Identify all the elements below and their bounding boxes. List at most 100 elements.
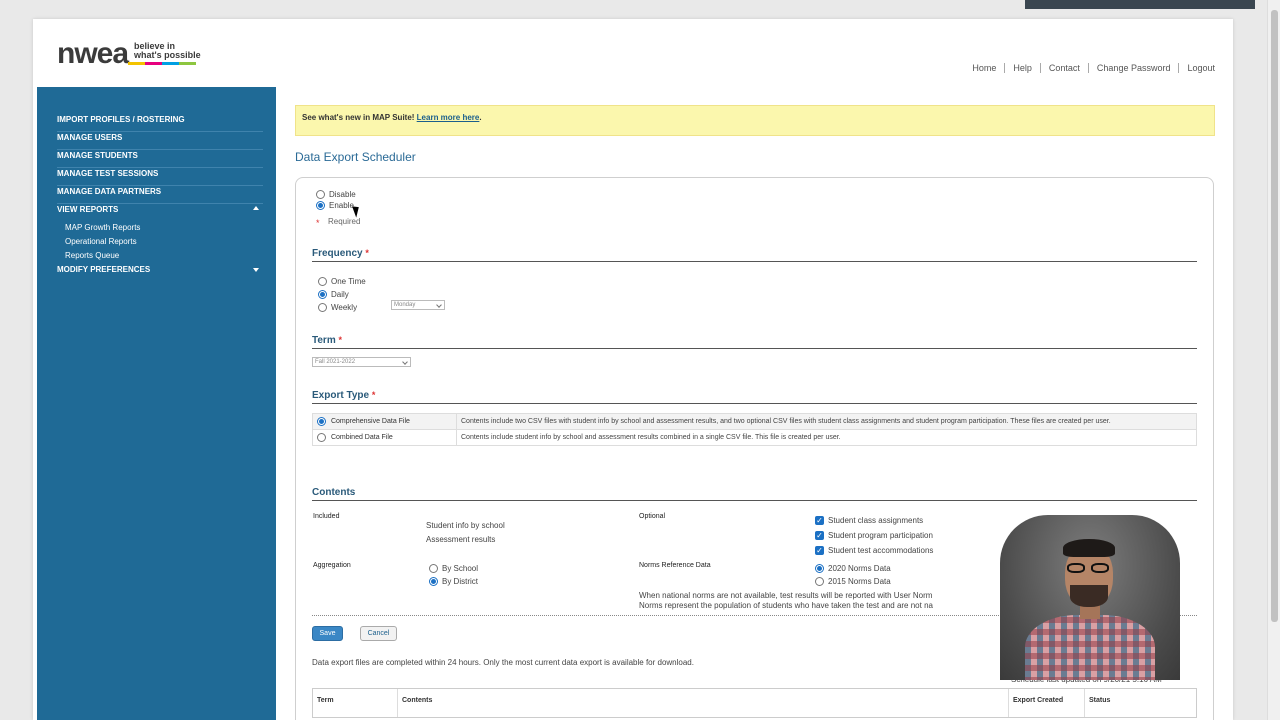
- norms-2020-radio[interactable]: [815, 564, 824, 574]
- sidebar-item-import-profiles[interactable]: IMPORT PROFILES / ROSTERING: [57, 114, 263, 132]
- required-note: * Required: [316, 213, 360, 231]
- export-row-comprehensive-name: Comprehensive Data File: [313, 414, 457, 429]
- export-row-comprehensive[interactable]: Comprehensive Data File Contents include…: [313, 414, 1196, 430]
- norms-note-line-1: When national norms are not available, t…: [639, 591, 933, 600]
- link-change-password[interactable]: Change Password: [1087, 63, 1179, 73]
- page-scrollbar[interactable]: [1267, 0, 1280, 720]
- combined-radio[interactable]: [317, 433, 326, 442]
- logo-color-bar: [128, 62, 197, 65]
- learn-more-link[interactable]: Learn more here: [417, 113, 480, 122]
- frequency-required: *: [365, 248, 369, 258]
- scrollbar-thumb[interactable]: [1271, 10, 1278, 622]
- one-time-radio[interactable]: [318, 277, 327, 287]
- term-title: Term: [312, 335, 336, 346]
- link-contact[interactable]: Contact: [1039, 63, 1088, 73]
- sidebar-item-modify-preferences[interactable]: MODIFY PREFERENCES: [57, 264, 263, 282]
- optional-label: Optional: [639, 513, 666, 520]
- page-title: Data Export Scheduler: [295, 150, 416, 164]
- col-header-status: Status: [1089, 697, 1111, 704]
- norms-2015-label: 2015 Norms Data: [828, 577, 891, 587]
- norms-note-line-2: Norms represent the population of studen…: [639, 601, 933, 610]
- by-district-radio[interactable]: [429, 577, 438, 587]
- class-assignments-label: Student class assignments: [828, 516, 924, 526]
- export-history-table: Term Contents Export Created Status: [312, 688, 1197, 718]
- by-school-radio[interactable]: [429, 564, 438, 574]
- term-select[interactable]: Fall 2021-2022: [312, 357, 411, 367]
- sidebar-subitem-map-growth-reports[interactable]: MAP Growth Reports: [57, 222, 263, 236]
- export-row-combined[interactable]: Combined Data File Contents include stud…: [313, 430, 1196, 445]
- sidebar-item-manage-test-sessions[interactable]: MANAGE TEST SESSIONS: [57, 168, 263, 186]
- sidebar-subitem-operational-reports[interactable]: Operational Reports: [57, 236, 263, 250]
- sidebar-subitem-reports-queue[interactable]: Reports Queue: [57, 250, 263, 264]
- col-header-contents: Contents: [398, 689, 1009, 717]
- sidebar-item-manage-students[interactable]: MANAGE STUDENTS: [57, 150, 263, 168]
- presenter-hair: [1063, 539, 1115, 557]
- weekday-select-value: Monday: [394, 302, 416, 308]
- nwea-logo[interactable]: nwea believe in what's possible: [57, 39, 201, 69]
- enable-label: Enable: [329, 201, 354, 211]
- logo-wordmark: nwea: [57, 37, 129, 70]
- program-participation-checkbox[interactable]: ✓: [815, 531, 824, 541]
- banner-text: See what's new in MAP Suite!: [302, 113, 417, 122]
- comprehensive-description: Contents include two CSV files with stud…: [461, 418, 1111, 425]
- aggregation-by-district[interactable]: By District: [429, 573, 478, 591]
- contents-section-title: Contents: [312, 487, 1197, 501]
- combined-label: Combined Data File: [330, 434, 393, 442]
- norms-2015[interactable]: 2015 Norms Data: [815, 573, 891, 591]
- top-strip: [1025, 0, 1255, 9]
- export-row-combined-name: Combined Data File: [313, 430, 457, 445]
- comprehensive-radio[interactable]: [317, 417, 326, 426]
- cancel-button[interactable]: Cancel: [360, 626, 397, 641]
- presenter-glasses: [1067, 563, 1111, 573]
- daily-radio[interactable]: [318, 290, 327, 300]
- weekly-radio[interactable]: [318, 303, 327, 313]
- frequency-title: Frequency: [312, 248, 363, 259]
- enable-radio[interactable]: [316, 201, 325, 211]
- frequency-section-title: Frequency *: [312, 248, 1197, 262]
- class-assignments-checkbox[interactable]: ✓: [815, 516, 824, 526]
- sidebar-item-manage-users[interactable]: MANAGE USERS: [57, 132, 263, 150]
- presenter-webcam-overlay: [1000, 515, 1180, 680]
- by-school-label: By School: [442, 564, 479, 574]
- test-accommodations-checkbox[interactable]: ✓: [815, 546, 824, 556]
- included-item-student-info: Student info by school: [426, 521, 505, 530]
- col-header-export-created: Export Created: [1009, 689, 1085, 717]
- required-label: Required: [327, 217, 361, 227]
- frequency-weekly[interactable]: Weekly: [318, 299, 357, 317]
- chevron-down-icon: [436, 302, 442, 308]
- presenter-shirt: [1025, 615, 1155, 680]
- sidebar-item-modify-preferences-label: MODIFY PREFERENCES: [57, 265, 151, 274]
- by-district-label: By District: [442, 577, 478, 587]
- top-links: Home Help Contact Change Password Logout: [964, 63, 1223, 73]
- sidebar-item-manage-data-partners[interactable]: MANAGE DATA PARTNERS: [57, 186, 263, 204]
- combined-description: Contents include student info by school …: [461, 434, 841, 441]
- export-type-title: Export Type: [312, 390, 370, 401]
- aggregation-label: Aggregation: [313, 562, 351, 569]
- norms-2020-label: 2020 Norms Data: [828, 564, 891, 574]
- term-select-value: Fall 2021-2022: [315, 359, 356, 365]
- one-time-label: One Time: [331, 277, 366, 287]
- term-required: *: [338, 335, 343, 345]
- link-home[interactable]: Home: [964, 63, 1004, 73]
- optional-test-accommodations[interactable]: ✓ Student test accommodations: [815, 542, 933, 560]
- daily-label: Daily: [331, 290, 349, 300]
- sidebar-nav: IMPORT PROFILES / ROSTERING MANAGE USERS…: [57, 114, 263, 282]
- export-type-required: *: [371, 390, 376, 400]
- presenter-beard: [1070, 585, 1108, 607]
- col-header-term: Term: [313, 689, 398, 717]
- export-type-section-title: Export Type *: [312, 390, 1197, 404]
- banner-suffix: .: [479, 113, 482, 122]
- chevron-down-icon: [402, 359, 408, 365]
- export-type-table: Comprehensive Data File Contents include…: [312, 413, 1197, 446]
- header: nwea believe in what's possible Home Hel…: [33, 19, 1233, 86]
- sidebar-item-view-reports[interactable]: VIEW REPORTS: [57, 204, 263, 222]
- comprehensive-label: Comprehensive Data File: [330, 418, 410, 426]
- program-participation-label: Student program participation: [828, 531, 933, 541]
- test-accommodations-label: Student test accommodations: [828, 546, 934, 556]
- save-button[interactable]: Save: [312, 626, 343, 641]
- link-help[interactable]: Help: [1004, 63, 1040, 73]
- weekly-label: Weekly: [331, 303, 358, 313]
- weekday-select[interactable]: Monday: [391, 300, 445, 310]
- norms-2015-radio[interactable]: [815, 577, 824, 587]
- link-logout[interactable]: Logout: [1178, 63, 1223, 73]
